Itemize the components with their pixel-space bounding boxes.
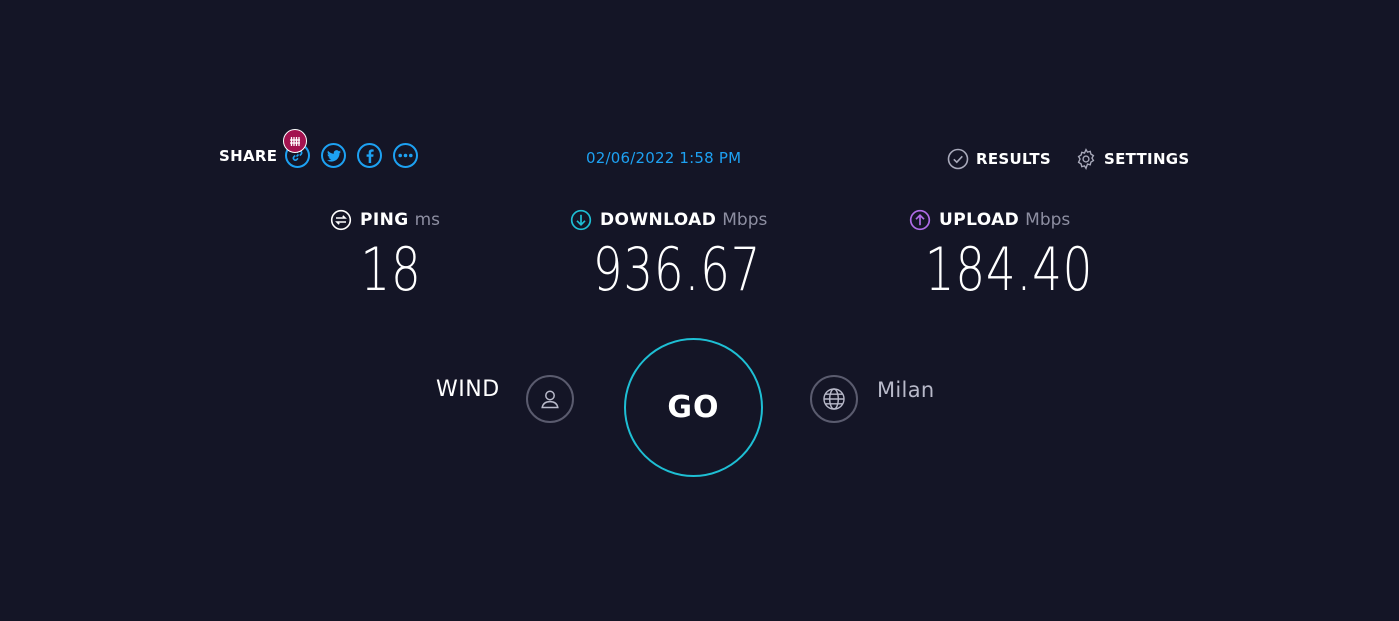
user-icon [541, 390, 559, 409]
ping-value: 18 [360, 235, 422, 305]
share-label: SHARE [219, 146, 278, 165]
speedtest-page: SHARE 02/06/2022 1:58 PM RESULTS SETTING… [0, 0, 1399, 621]
go-label: GO [667, 390, 720, 425]
download-icon [570, 209, 592, 231]
upload-value: 184.40 [924, 235, 1094, 305]
twitter-icon [326, 149, 341, 162]
download-unit: Mbps [722, 210, 768, 230]
test-timestamp: 02/06/2022 1:58 PM [586, 149, 742, 167]
ping-icon [330, 209, 352, 231]
share-twitter-button[interactable] [321, 143, 347, 168]
upload-unit: Mbps [1025, 210, 1071, 230]
share-more-button[interactable] [393, 143, 419, 168]
results-label: RESULTS [976, 150, 1051, 168]
upload-metric: UPLOAD Mbps 184.40 [909, 207, 1092, 305]
go-button[interactable]: GO [624, 338, 763, 477]
share-facebook-button[interactable] [357, 143, 383, 168]
provider-name: WIND [436, 377, 500, 402]
settings-label: SETTINGS [1104, 150, 1190, 168]
change-provider-button[interactable] [526, 375, 574, 423]
facebook-icon [366, 148, 374, 163]
check-circle-icon [947, 148, 969, 170]
ping-unit: ms [414, 210, 440, 230]
more-icon [398, 153, 413, 158]
share-link-button[interactable] [283, 129, 311, 168]
upload-label: UPLOAD [939, 210, 1020, 230]
settings-button[interactable]: SETTINGS [1075, 148, 1190, 170]
upload-icon [909, 209, 931, 231]
download-value: 936.67 [592, 235, 762, 305]
share-bar: SHARE [219, 129, 421, 168]
download-metric: DOWNLOAD Mbps 936.67 [570, 207, 768, 305]
server-name: Milan [877, 378, 935, 402]
change-server-button[interactable] [810, 375, 858, 423]
ping-label: PING [360, 210, 409, 230]
results-button[interactable]: RESULTS [947, 148, 1051, 170]
globe-icon [823, 388, 845, 410]
gear-icon [1077, 148, 1095, 170]
ping-metric: PING ms 18 [330, 207, 440, 305]
download-label: DOWNLOAD [600, 210, 717, 230]
